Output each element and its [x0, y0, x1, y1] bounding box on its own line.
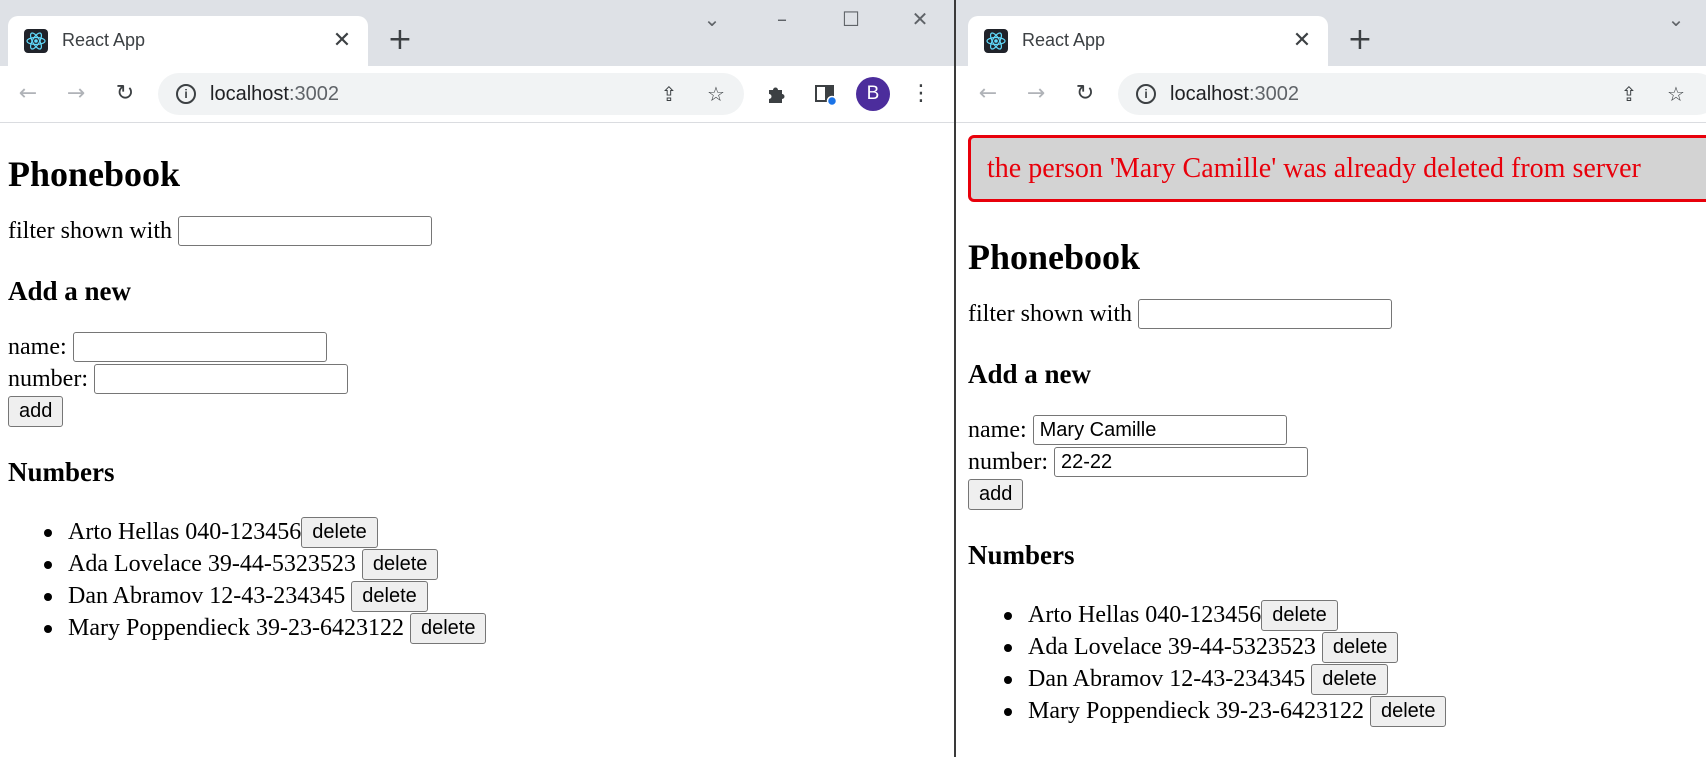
info-icon[interactable]: i: [1136, 84, 1156, 104]
person-entry: Mary Poppendieck 39-23-6423122: [68, 615, 404, 641]
person-entry: Dan Abramov 12-43-234345: [1028, 666, 1306, 692]
share-icon[interactable]: ⇪: [654, 79, 684, 109]
add-new-heading: Add a new: [968, 359, 1092, 389]
plus-icon[interactable]: +: [1344, 25, 1376, 57]
page-content: the person 'Mary Camille' was already de…: [956, 123, 1706, 757]
number-label: number:: [8, 366, 88, 392]
tab-react-app[interactable]: React App ✕: [968, 16, 1328, 66]
add-new-heading: Add a new: [8, 276, 132, 306]
reload-icon[interactable]: ↻: [109, 78, 141, 110]
list-item: Ada Lovelace 39-44-5323523 delete: [1004, 631, 1706, 663]
address-bar[interactable]: i localhost:3002 ⇪ ☆: [158, 73, 744, 115]
info-icon[interactable]: i: [176, 84, 196, 104]
star-icon[interactable]: ☆: [1661, 79, 1691, 109]
delete-button[interactable]: delete: [409, 613, 487, 644]
maximize-icon[interactable]: ☐: [837, 6, 865, 34]
name-input[interactable]: [1032, 415, 1287, 445]
address-bar[interactable]: i localhost:3002 ⇪ ☆: [1118, 73, 1706, 115]
add-button[interactable]: add: [8, 396, 64, 427]
tab-react-app[interactable]: React App ✕: [8, 16, 368, 66]
person-entry: Mary Poppendieck 39-23-6423122: [1028, 698, 1364, 724]
delete-button[interactable]: delete: [301, 517, 378, 548]
page-title: Phonebook: [968, 237, 1141, 277]
list-item: Mary Poppendieck 39-23-6423122 delete: [44, 612, 954, 644]
delete-button[interactable]: delete: [1261, 600, 1338, 631]
add-person-form: name: number: add: [968, 414, 1706, 511]
url-text: localhost:3002: [210, 83, 339, 105]
list-item: Dan Abramov 12-43-234345 delete: [1004, 663, 1706, 695]
arrow-left-icon[interactable]: ←: [972, 78, 1004, 110]
delete-button[interactable]: delete: [1369, 696, 1447, 727]
person-entry: Ada Lovelace 39-44-5323523: [1028, 634, 1316, 660]
list-item: Ada Lovelace 39-44-5323523 delete: [44, 548, 954, 580]
browser-window-right: React App ✕ + ⌄ ← → ↻ i localhost:3002 ⇪…: [956, 0, 1706, 757]
window-close-icon[interactable]: ✕: [906, 6, 934, 34]
name-label: name:: [968, 417, 1027, 443]
minimize-icon[interactable]: –: [768, 6, 796, 34]
delete-button[interactable]: delete: [351, 581, 428, 612]
numbers-heading: Numbers: [968, 540, 1075, 570]
tab-strip: React App ✕ + ⌄: [956, 0, 1706, 66]
close-icon[interactable]: ✕: [1288, 27, 1316, 55]
arrow-right-icon[interactable]: →: [60, 78, 92, 110]
puzzle-icon[interactable]: [761, 78, 793, 110]
filter-input[interactable]: [1137, 299, 1392, 329]
react-atom-icon: [24, 29, 48, 53]
numbers-heading: Numbers: [8, 457, 115, 487]
chevron-down-icon[interactable]: ⌄: [698, 6, 726, 34]
chevron-down-icon[interactable]: ⌄: [1662, 6, 1690, 34]
list-item: Arto Hellas 040-123456 delete: [1004, 599, 1706, 631]
side-panel-icon[interactable]: [809, 78, 841, 110]
error-notification: the person 'Mary Camille' was already de…: [968, 135, 1706, 202]
filter-label: filter shown with: [968, 301, 1132, 327]
tab-strip: React App ✕ + ⌄ – ☐ ✕: [0, 0, 954, 66]
number-input[interactable]: [93, 364, 348, 394]
share-icon[interactable]: ⇪: [1614, 79, 1644, 109]
name-label: name:: [8, 334, 67, 360]
kebab-menu-icon[interactable]: ⋮: [905, 78, 937, 110]
filter-row: filter shown with: [8, 215, 954, 247]
person-entry: Dan Abramov 12-43-234345: [68, 583, 346, 609]
close-icon[interactable]: ✕: [328, 27, 356, 55]
person-entry: Arto Hellas 040-123456: [68, 519, 302, 545]
plus-icon[interactable]: +: [384, 25, 416, 57]
person-entry: Ada Lovelace 39-44-5323523: [68, 551, 356, 577]
reload-icon[interactable]: ↻: [1069, 78, 1101, 110]
page-title: Phonebook: [8, 154, 181, 194]
react-atom-icon: [984, 29, 1008, 53]
number-label: number:: [968, 449, 1048, 475]
list-item: Dan Abramov 12-43-234345 delete: [44, 580, 954, 612]
filter-row: filter shown with: [968, 298, 1706, 330]
tab-title: React App: [62, 30, 146, 50]
persons-list: Arto Hellas 040-123456 delete Ada Lovelac…: [8, 516, 954, 644]
delete-button[interactable]: delete: [361, 549, 439, 580]
browser-window-left: React App ✕ + ⌄ – ☐ ✕ ← → ↻ i localhost:…: [0, 0, 954, 757]
number-input[interactable]: [1053, 447, 1308, 477]
browser-toolbar: ← → ↻ i localhost:3002 ⇪ ☆: [956, 66, 1706, 123]
list-item: Mary Poppendieck 39-23-6423122 delete: [1004, 695, 1706, 727]
url-text: localhost:3002: [1170, 83, 1299, 105]
add-person-form: name: number: add: [8, 331, 954, 428]
filter-input[interactable]: [177, 216, 432, 246]
delete-button[interactable]: delete: [1321, 632, 1399, 663]
arrow-left-icon[interactable]: ←: [12, 78, 44, 110]
name-input[interactable]: [72, 332, 327, 362]
avatar[interactable]: B: [856, 77, 890, 111]
filter-label: filter shown with: [8, 218, 172, 244]
tab-title: React App: [1022, 30, 1106, 50]
page-content: Phonebook filter shown with Add a new na…: [0, 123, 954, 757]
person-entry: Arto Hellas 040-123456: [1028, 602, 1262, 628]
add-button[interactable]: add: [968, 479, 1024, 510]
browser-toolbar: ← → ↻ i localhost:3002 ⇪ ☆ B ⋮: [0, 66, 954, 123]
persons-list: Arto Hellas 040-123456 delete Ada Lovelac…: [968, 599, 1706, 727]
star-icon[interactable]: ☆: [701, 79, 731, 109]
list-item: Arto Hellas 040-123456 delete: [44, 516, 954, 548]
arrow-right-icon[interactable]: →: [1020, 78, 1052, 110]
delete-button[interactable]: delete: [1311, 664, 1388, 695]
